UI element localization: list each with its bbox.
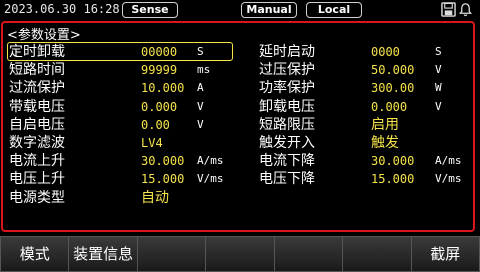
param-unit: S [435, 45, 442, 58]
param-row[interactable]: 定时卸载 00000 S [9, 43, 224, 61]
sense-button[interactable]: Sense [122, 2, 178, 18]
softkey-2[interactable]: 装置信息 [68, 236, 137, 272]
param-value[interactable]: 0.000 [141, 98, 177, 116]
param-value[interactable]: 0.000 [371, 98, 407, 116]
param-label: 电流下降 [259, 153, 315, 170]
param-unit: A/ms [197, 154, 224, 168]
param-value[interactable]: 自动 [141, 189, 169, 207]
param-row[interactable]: 短路限压 启用 [259, 116, 474, 134]
softkey-7[interactable]: 截屏 [410, 236, 480, 272]
param-row[interactable]: 电压下降 15.000 V/ms [259, 170, 474, 188]
param-row[interactable]: 过压保护 50.000 V [259, 61, 474, 79]
param-label: 短路限压 [259, 116, 315, 133]
param-value[interactable]: 00000 [141, 43, 177, 61]
param-label: 数字滤波 [9, 135, 65, 151]
softkey-6[interactable] [342, 236, 411, 272]
parameter-settings-panel: <参数设置> 定时卸载 00000 S 短路时间 99999 ms 过流保护 10.000 A 带… [1, 21, 475, 232]
param-label: 短路时间 [9, 62, 65, 79]
softkey-3[interactable] [136, 236, 206, 272]
softkey-1[interactable]: 模式 [0, 236, 69, 272]
param-value[interactable]: 99999 [141, 61, 177, 79]
param-unit: W [435, 81, 442, 95]
param-unit: A [197, 81, 204, 95]
bell-icon[interactable] [458, 2, 473, 17]
param-row[interactable]: 电流上升 30.000 A/ms [9, 152, 224, 170]
param-label: 卸载电压 [259, 98, 315, 115]
param-row[interactable]: 触发开入 触发 [259, 134, 474, 152]
param-value[interactable]: 启用 [371, 116, 399, 134]
param-row[interactable]: 过流保护 10.000 A [9, 79, 224, 97]
param-row[interactable]: 自启电压 0.00 V [9, 116, 224, 134]
softkey-4[interactable] [205, 236, 274, 272]
param-unit: V [435, 63, 442, 77]
param-value[interactable]: 30.000 [141, 152, 184, 170]
param-label: 触发开入 [259, 135, 315, 151]
param-value[interactable]: 触发 [371, 134, 399, 152]
param-value[interactable]: 30.000 [371, 152, 414, 170]
param-label: 带载电压 [9, 98, 65, 115]
param-label: 电压下降 [259, 171, 315, 188]
param-label: 电压上升 [9, 171, 65, 188]
param-value[interactable]: LV4 [141, 134, 163, 152]
param-label: 延时启动 [259, 44, 315, 60]
param-row[interactable]: 延时启动 0000 S [259, 43, 474, 61]
param-row[interactable]: 短路时间 99999 ms [9, 61, 224, 79]
local-control-button[interactable]: Local [306, 2, 362, 18]
param-unit: S [197, 45, 204, 58]
param-label: 电流上升 [9, 153, 65, 170]
param-label: 过流保护 [9, 80, 65, 97]
param-unit: V/ms [435, 172, 462, 186]
param-label: 自启电压 [9, 116, 65, 133]
param-value[interactable]: 15.000 [371, 170, 414, 188]
param-unit: V/ms [197, 172, 224, 186]
param-value[interactable]: 10.000 [141, 79, 184, 97]
param-unit: ms [197, 63, 211, 77]
param-unit: V [435, 99, 442, 113]
param-row[interactable]: 电压上升 15.000 V/ms [9, 170, 224, 188]
param-unit: V [197, 99, 204, 113]
param-value[interactable]: 0.00 [141, 116, 170, 134]
softkey-bar: 模式 装置信息 截屏 [0, 236, 480, 272]
param-value[interactable]: 300.00 [371, 79, 414, 97]
param-value[interactable]: 0000 [371, 43, 400, 61]
param-value[interactable]: 15.000 [141, 170, 184, 188]
status-bar: 2023.06.30 16:28 Sense Manual Local [0, 0, 480, 20]
section-title: <参数设置> [7, 28, 81, 43]
param-row[interactable]: 带载电压 0.000 V [9, 98, 224, 116]
param-row[interactable]: 数字滤波 LV4 [9, 134, 224, 152]
param-label: 电源类型 [9, 189, 65, 206]
manual-mode-button[interactable]: Manual [241, 2, 297, 18]
param-row[interactable]: 电流下降 30.000 A/ms [259, 152, 474, 170]
param-label: 定时卸载 [9, 44, 65, 60]
softkey-5[interactable] [273, 236, 343, 272]
param-row[interactable]: 电源类型 自动 [9, 189, 224, 207]
save-icon[interactable] [441, 2, 456, 17]
param-unit: A/ms [435, 154, 462, 168]
param-label: 过压保护 [259, 62, 315, 79]
datetime: 2023.06.30 16:28 [4, 2, 120, 16]
param-row[interactable]: 卸载电压 0.000 V [259, 98, 474, 116]
param-unit: V [197, 117, 204, 131]
param-label: 功率保护 [259, 80, 315, 97]
param-value[interactable]: 50.000 [371, 61, 414, 79]
param-row[interactable]: 功率保护 300.00 W [259, 79, 474, 97]
